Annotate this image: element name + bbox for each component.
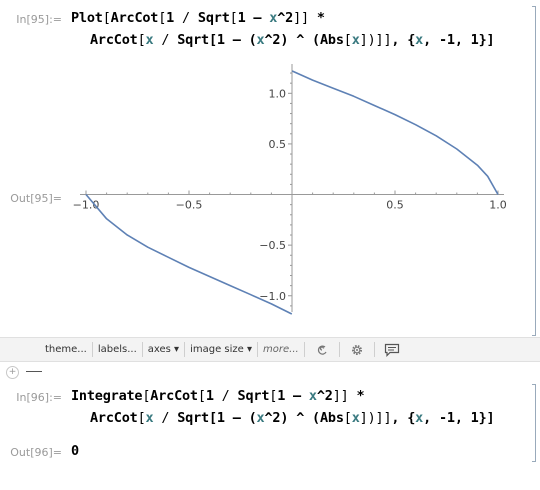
x-tick-label: −0.5 xyxy=(176,199,203,212)
input-code-line2-96[interactable]: ArcCot[x / Sqrt[1 – (x^2) ^ (Abs[x])]], … xyxy=(90,410,495,426)
cell-insertion-line xyxy=(26,371,42,372)
x-tick-label: 1.0 xyxy=(489,199,507,212)
theme-button[interactable]: theme... xyxy=(40,341,92,358)
input-label-95: In[95]:= xyxy=(16,13,62,26)
more-button[interactable]: more... xyxy=(258,341,304,358)
image-size-dropdown[interactable]: image size ▾ xyxy=(185,341,257,358)
curve-right-branch xyxy=(291,70,499,195)
comment-icon[interactable] xyxy=(375,341,409,358)
y-tick-label: 0.5 xyxy=(269,138,287,151)
input-code-line1-96[interactable]: Integrate[ArcCot[1 / Sqrt[1 – x^2]] * xyxy=(71,388,365,404)
input-code-line1-95[interactable]: Plot[ArcCot[1 / Sqrt[1 – x^2]] * xyxy=(71,10,325,26)
gear-icon[interactable] xyxy=(340,341,374,358)
y-tick-label: −0.5 xyxy=(259,239,286,252)
plot-graphic[interactable]: −1.0 −0.5 0.5 1.0−1.0−0.50.51.0 xyxy=(0,52,540,337)
output-value-96[interactable]: 0 xyxy=(71,443,79,459)
y-tick-label: 1.0 xyxy=(269,87,287,100)
labels-button[interactable]: labels... xyxy=(93,341,142,358)
swirl-icon[interactable] xyxy=(305,341,339,358)
x-tick-label: 0.5 xyxy=(386,199,404,212)
input-code-line2-95[interactable]: ArcCot[x / Sqrt[1 – (x^2) ^ (Abs[x])]], … xyxy=(90,32,495,48)
plot-ticks: −1.0 −0.5 0.5 1.0−1.0−0.50.51.0 xyxy=(73,72,507,307)
plot-toolbar: theme... labels... axes ▾ image size ▾ m… xyxy=(0,337,540,362)
output-label-96: Out[96]= xyxy=(10,446,62,459)
input-label-96: In[96]:= xyxy=(16,391,62,404)
add-cell-icon[interactable]: + xyxy=(6,366,19,379)
plot-axes xyxy=(80,64,504,312)
cell-bracket[interactable] xyxy=(532,384,536,462)
cell-bracket[interactable] xyxy=(532,6,536,336)
axes-dropdown[interactable]: axes ▾ xyxy=(143,341,184,358)
